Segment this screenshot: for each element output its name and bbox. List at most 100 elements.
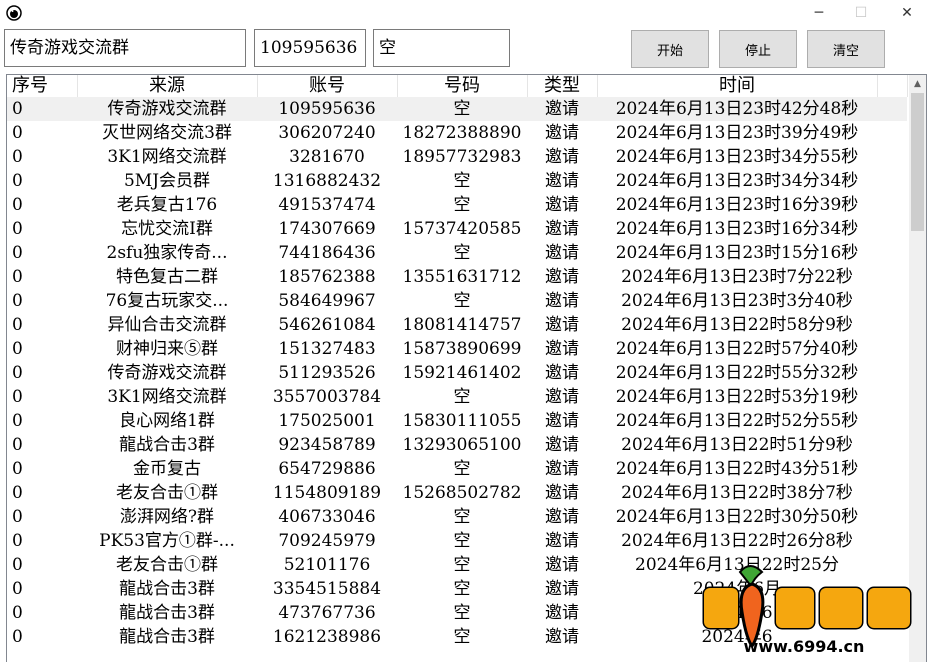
cell-source: 财神归来⑤群	[116, 339, 218, 359]
cell-filler	[877, 457, 907, 481]
cell-index: 0	[12, 243, 23, 263]
cell-source: 金币复古	[133, 459, 201, 479]
cell-index: 0	[12, 627, 23, 647]
cell-phone: 15737420585	[402, 219, 522, 239]
column-header-index[interactable]: 序号	[7, 75, 78, 97]
cell-type: 邀请	[545, 579, 579, 599]
clear-button[interactable]: 清空	[807, 30, 885, 68]
cell-type: 邀请	[545, 507, 579, 527]
table-row[interactable]: 0 金币复古 654729886 空 邀请 2024年6月13日22时43分51秒	[7, 457, 907, 481]
table-row[interactable]: 0 老友合击①群 1154809189 15268502782 邀请 2024年6月13日…	[7, 481, 907, 505]
cell-index: 0	[12, 147, 23, 167]
column-header-phone[interactable]: 号码	[397, 75, 528, 97]
table-row[interactable]: 0 龍战合击3群 923458789 13293065100 邀请 2024年6月13日2…	[7, 433, 907, 457]
cell-source: 传奇游戏交流群	[77, 97, 257, 121]
app-icon	[6, 5, 22, 21]
cell-source: 澎湃网络?群	[119, 507, 215, 527]
table-row[interactable]: 0 传奇游戏交流群 109595636 空邀请 2024年6月13日23时42分48秒	[7, 97, 907, 121]
table-row[interactable]: 0 2sfu独家传奇... 744186436 空 邀请 2024年6月13日23时15分…	[7, 241, 907, 265]
table-row[interactable]: 0 老兵复古176 491537474 空 邀请 2024年6月13日23时16分39秒	[7, 193, 907, 217]
cell-index: 0	[12, 219, 23, 239]
table-row[interactable]: 0 良心网络1群 175025001 15830111055 邀请 2024年6月13日2…	[7, 409, 907, 433]
cell-phone: 空	[453, 531, 471, 551]
cell-source: 3K1网络交流群	[107, 387, 227, 407]
cell-index: 0	[12, 363, 23, 383]
cell-filler	[877, 241, 907, 265]
table-row[interactable]: 0 3K1网络交流群 3281670 18957732983 邀请 2024年6月13日2…	[7, 145, 907, 169]
cell-phone: 空	[397, 97, 527, 121]
cell-time: 2024年6月13日22时51分9秒	[621, 435, 853, 455]
column-header-time[interactable]: 时间	[597, 75, 878, 97]
cell-phone: 15830111055	[402, 411, 522, 431]
cell-index: 0	[12, 507, 23, 527]
scroll-up-icon[interactable]: ▲	[909, 75, 926, 92]
cell-filler	[877, 505, 907, 529]
table-row[interactable]: 0 传奇游戏交流群 511293526 15921461402 邀请 2024年6月13日…	[7, 361, 907, 385]
cell-phone: 18272388890	[402, 123, 522, 143]
account-input[interactable]: 109595636	[254, 29, 366, 67]
cell-filler	[877, 433, 907, 457]
table-row[interactable]: 0 忘忧交流Ⅰ群 174307669 15737420585 邀请 2024年6月13日2…	[7, 217, 907, 241]
phone-input[interactable]: 空	[373, 29, 510, 67]
cell-type: 邀请	[545, 603, 579, 623]
cell-filler	[877, 313, 907, 337]
cell-account: 744186436	[278, 243, 376, 263]
cell-phone: 13551631712	[402, 267, 522, 287]
cell-phone: 空	[453, 603, 471, 623]
cell-source: 异仙合击交流群	[107, 315, 227, 335]
cell-time: 2024年6月13日22时43分51秒	[615, 459, 859, 479]
cell-time: 2024年6月13日22时38分7秒	[621, 483, 853, 503]
cell-index: 0	[12, 195, 23, 215]
column-header-type[interactable]: 类型	[527, 75, 598, 97]
cell-type: 邀请	[545, 483, 579, 503]
cell-phone: 空	[453, 627, 471, 647]
column-header-filler	[877, 75, 908, 97]
cell-account: 1154809189	[272, 483, 382, 503]
cell-type: 邀请	[527, 97, 597, 121]
table-row[interactable]: 0 异仙合击交流群 546261084 18081414757 邀请 2024年6月13日…	[7, 313, 907, 337]
table-row[interactable]: 0 澎湃网络?群 406733046 空 邀请 2024年6月13日22时30分50秒	[7, 505, 907, 529]
cell-phone: 空	[453, 387, 471, 407]
cell-phone: 空	[453, 507, 471, 527]
table-row[interactable]: 0 PK53官方①群-... 709245979 空 邀请 2024年6月13日22时26…	[7, 529, 907, 553]
cell-source: 老友合击①群	[116, 483, 218, 503]
scroll-thumb[interactable]	[911, 93, 924, 231]
cell-phone: 18081414757	[402, 315, 522, 335]
cell-time: 2024年6月13日22时58分9秒	[621, 315, 853, 335]
cell-type: 邀请	[545, 531, 579, 551]
watermark-site: www.6994.cn	[744, 637, 865, 656]
table-row[interactable]: 0 财神归来⑤群 151327483 15873890699 邀请 2024年6月13日2…	[7, 337, 907, 361]
table-row[interactable]: 0 5MJ会员群 1316882432 空 邀请 2024年6月13日23时34分34秒	[7, 169, 907, 193]
cell-account: 175025001	[278, 411, 376, 431]
cell-time: 2024年6月13日22时30分50秒	[615, 507, 859, 527]
cell-index: 0	[12, 171, 23, 191]
cell-account: 3281670	[289, 147, 365, 167]
minimize-button[interactable]: ─	[796, 0, 842, 26]
table-row[interactable]: 0 76复古玩家交... 584649967 空 邀请 2024年6月13日23时3分40…	[7, 289, 907, 313]
cell-type: 邀请	[545, 459, 579, 479]
table-row[interactable]: 0 3K1网络交流群 3557003784 空 邀请 2024年6月13日22时53分19…	[7, 385, 907, 409]
table-row[interactable]: 0 特色复古二群 185762388 13551631712 邀请 2024年6月13日2…	[7, 265, 907, 289]
group-input[interactable]: 传奇游戏交流群	[4, 29, 246, 67]
cell-time: 2024年6月13日22时52分55秒	[615, 411, 859, 431]
table-header: 序号 来源 账号 号码 类型 时间	[7, 75, 908, 97]
table-row[interactable]: 0 灭世网络交流3群 306207240 18272388890 邀请 2024年6月13…	[7, 121, 907, 145]
cell-type: 邀请	[545, 339, 579, 359]
cell-type: 邀请	[545, 219, 579, 239]
cell-index: 0	[12, 387, 23, 407]
cell-filler	[877, 121, 907, 145]
column-header-account[interactable]: 账号	[257, 75, 398, 97]
cell-phone: 空	[453, 579, 471, 599]
maximize-button: ☐	[854, 5, 868, 21]
cell-index: 0	[12, 411, 23, 431]
cell-filler	[877, 337, 907, 361]
close-button[interactable]: ✕	[884, 0, 930, 26]
cell-phone: 18957732983	[402, 147, 522, 167]
start-button[interactable]: 开始	[631, 30, 709, 68]
column-header-source[interactable]: 来源	[77, 75, 258, 97]
cell-account: 546261084	[278, 315, 376, 335]
cell-account: 709245979	[278, 531, 376, 551]
cell-time: 2024年6月13日23时42分48秒	[597, 97, 877, 121]
stop-button[interactable]: 停止	[719, 30, 797, 68]
cell-type: 邀请	[545, 411, 579, 431]
